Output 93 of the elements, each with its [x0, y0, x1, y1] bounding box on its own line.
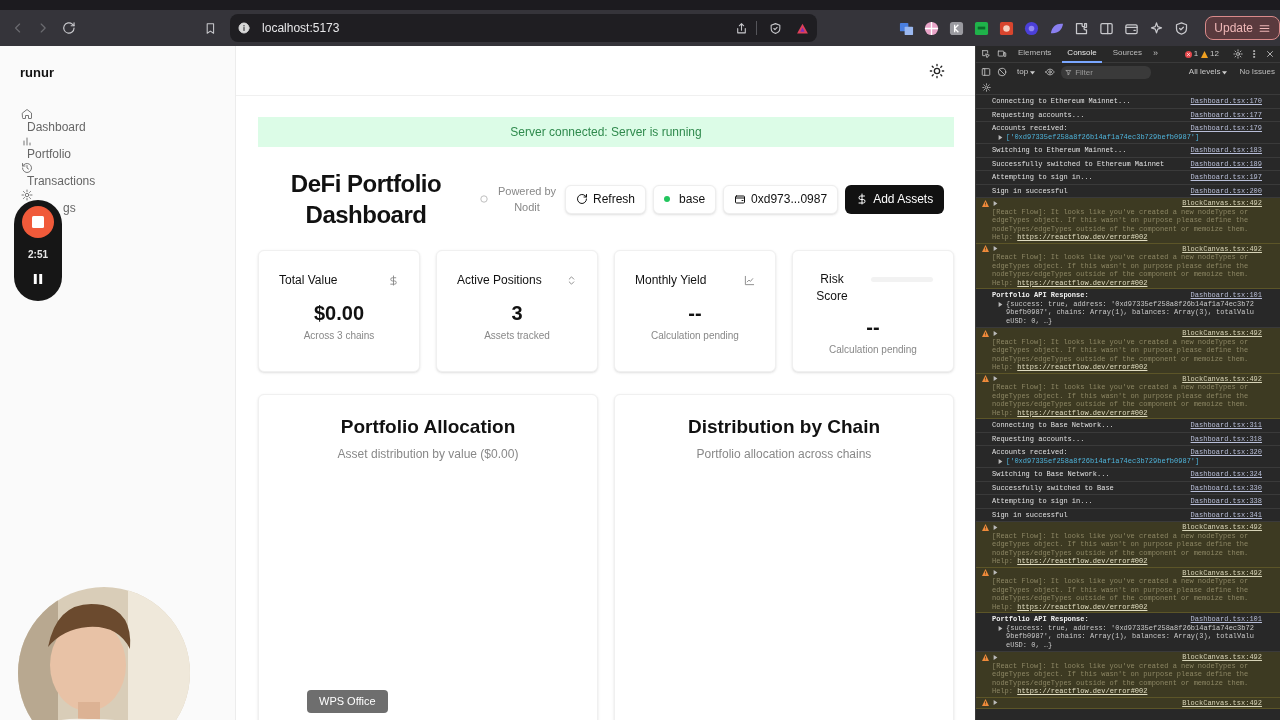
network-button[interactable]: base	[653, 184, 717, 214]
clear-icon[interactable]	[997, 67, 1007, 77]
chart-subtitle: Asset distribution by value ($0.00)	[337, 445, 519, 463]
inspect-icon[interactable]	[981, 49, 991, 59]
chart-title: Distribution by Chain	[687, 415, 881, 439]
stat-value: --	[687, 301, 703, 326]
history-icon	[21, 161, 33, 174]
shield-icon[interactable]	[769, 21, 783, 35]
stat-value: --	[865, 315, 881, 340]
error-count[interactable]: 1	[1184, 48, 1199, 60]
update-button[interactable]: Update	[1205, 16, 1280, 40]
error-icon	[1184, 50, 1192, 58]
stat-label: Total Value	[279, 272, 338, 289]
recording-time: 2:51	[28, 248, 48, 262]
app-brand: runur	[19, 64, 55, 82]
tooltip: WPS Office	[307, 690, 388, 713]
stat-label: Active Positions	[457, 272, 542, 289]
url-text: localhost:5173	[262, 20, 341, 37]
expand-icon[interactable]	[993, 330, 998, 336]
wallet-button[interactable]: 0xd973...0987	[723, 184, 839, 214]
expand-icon[interactable]	[993, 246, 998, 252]
info-icon	[238, 22, 251, 34]
stat-label: Risk Score	[815, 271, 849, 305]
nav-item[interactable]: Dashboard	[27, 119, 86, 134]
globe-icon[interactable]	[924, 20, 940, 36]
warning-count[interactable]: 12	[1201, 48, 1219, 60]
sparkle-icon[interactable]	[1149, 20, 1165, 36]
expand-icon[interactable]	[993, 700, 998, 706]
stat-value: $0.00	[312, 301, 366, 326]
status-banner: Server connected: Server is running	[258, 117, 954, 147]
reload-icon[interactable]	[61, 21, 76, 35]
nav-item[interactable]: Transactions	[27, 173, 96, 188]
chart-title: Portfolio Allocation	[340, 415, 516, 439]
stat-note: Calculation pending	[828, 343, 918, 357]
nav-item[interactable]: Portfolio	[27, 146, 72, 161]
triangle-icon[interactable]	[796, 21, 810, 35]
device-icon[interactable]	[997, 49, 1007, 59]
stat-label: Monthly Yield	[635, 272, 707, 289]
refresh-icon	[576, 193, 588, 205]
stop-icon[interactable]	[22, 206, 54, 238]
nav-item[interactable]: gs	[63, 200, 76, 215]
settings-icon[interactable]	[982, 83, 991, 92]
expand-icon[interactable]	[998, 625, 1003, 631]
stat-note: Calculation pending	[650, 329, 740, 343]
chart-subtitle: Portfolio allocation across chains	[696, 445, 872, 463]
filter-icon	[1065, 68, 1073, 76]
context-dropdown[interactable]: top	[1017, 66, 1036, 78]
caret-icon	[1030, 69, 1036, 75]
refresh-button[interactable]: Refresh	[565, 184, 647, 214]
dollar-icon	[388, 274, 399, 286]
dollar-icon	[856, 193, 869, 205]
stat-value: 3	[510, 301, 524, 326]
powered-by-text: Powered by Nodit	[496, 184, 558, 215]
expand-icon[interactable]	[993, 376, 998, 382]
expand-icon[interactable]	[993, 654, 998, 660]
wallet-icon	[734, 193, 747, 205]
circle-icon	[480, 195, 488, 203]
expand-icon[interactable]	[998, 301, 1003, 307]
page-title: DeFi Portfolio Dashboard	[289, 169, 443, 230]
puzzle-icon[interactable]	[1074, 20, 1090, 36]
pause-icon[interactable]	[33, 273, 43, 285]
extension-icon[interactable]	[999, 20, 1015, 36]
sidebar-icon[interactable]	[981, 67, 991, 77]
expand-icon[interactable]	[998, 134, 1003, 140]
devtools-tab[interactable]: Console	[1062, 45, 1102, 63]
theme-toggle-icon[interactable]	[929, 62, 945, 79]
extension-icon[interactable]	[949, 20, 965, 36]
stat-note: Across 3 chains	[302, 329, 376, 343]
chevrons-icon	[566, 274, 577, 286]
address-bar[interactable]: localhost:5173	[230, 14, 818, 42]
warning-icon	[1201, 50, 1209, 58]
line-chart-icon	[744, 274, 755, 286]
shield-icon[interactable]	[1174, 20, 1190, 36]
eye-icon[interactable]	[1045, 67, 1056, 77]
caret-icon	[1222, 69, 1228, 75]
more-tabs-button[interactable]: »	[1153, 47, 1159, 61]
devtools-tab[interactable]: Elements	[1013, 45, 1057, 63]
close-icon[interactable]	[1265, 49, 1275, 59]
devtools-tab[interactable]: Sources	[1107, 45, 1148, 63]
expand-icon[interactable]	[998, 458, 1003, 464]
translate-icon[interactable]	[899, 20, 915, 36]
expand-icon[interactable]	[993, 570, 998, 576]
expand-icon[interactable]	[993, 524, 998, 530]
issues-text: No Issues	[1239, 66, 1275, 78]
stat-note: Assets tracked	[483, 329, 551, 343]
share-icon[interactable]	[735, 21, 749, 35]
sidebar-icon[interactable]	[1099, 20, 1115, 36]
expand-icon[interactable]	[993, 200, 998, 206]
filter-field[interactable]: Filter	[1061, 65, 1152, 79]
home-icon	[21, 107, 33, 120]
settings-icon[interactable]	[1233, 49, 1243, 59]
levels-dropdown[interactable]: All levels	[1188, 66, 1228, 78]
add-assets-button[interactable]: Add Assets	[845, 184, 945, 214]
